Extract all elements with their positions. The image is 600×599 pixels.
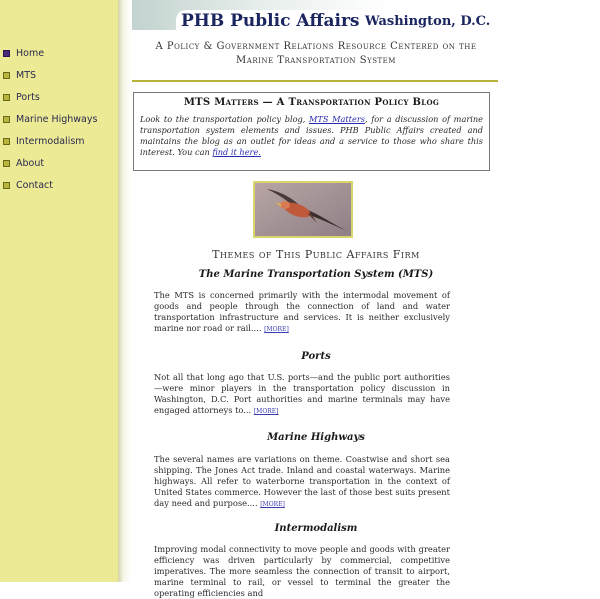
- sidebar-item-label: Intermodalism: [16, 135, 85, 147]
- section-heading-marine-highways: Marine Highways: [267, 432, 365, 443]
- sidebar-item-label: MTS: [16, 69, 37, 81]
- blog-text-a: Look to the transportation policy blog,: [140, 114, 310, 124]
- section-heading-intermodalism: Intermodalism: [274, 523, 358, 534]
- section-body-intermodalism: Improving modal connectivity to move peo…: [154, 544, 450, 599]
- blog-title: MTS Matters — A Transportation Policy Bl…: [183, 97, 440, 108]
- sidebar-item-label: Ports: [16, 91, 40, 103]
- section-body-ports: Not all that long ago that U.S. ports—an…: [154, 372, 450, 417]
- themes-heading: Themes of This Public Affairs Firm: [212, 248, 420, 261]
- sidebar-item-home[interactable]: Home: [0, 42, 118, 64]
- square-bullet-icon: [3, 93, 10, 101]
- section-body-marine-highways: The several names are variations on them…: [154, 454, 450, 510]
- square-bullet-icon: [3, 71, 10, 79]
- blog-text: Look to the transportation policy blog, …: [140, 114, 483, 158]
- bird-in-flight-photo: [253, 181, 353, 238]
- sidebar: Home MTS Ports Marine Highways Intermoda…: [0, 0, 118, 582]
- find-it-here-link[interactable]: find it here.: [212, 147, 261, 157]
- sidebar-item-label: Home: [16, 47, 45, 59]
- more-link-mts[interactable]: [MORE]: [264, 326, 289, 333]
- section-text: Improving modal connectivity to move peo…: [154, 544, 450, 598]
- section-body-mts: The MTS is concerned primarily with the …: [154, 290, 450, 335]
- site-title: PHB Public Affairs: [181, 11, 360, 31]
- header-divider: [132, 80, 498, 82]
- tagline-line-2: Marine Transportation System: [236, 55, 396, 66]
- blog-callout: MTS Matters — A Transportation Policy Bl…: [133, 92, 490, 171]
- square-bullet-icon: [3, 115, 10, 123]
- sidebar-item-mts[interactable]: MTS: [0, 64, 118, 86]
- section-text: Not all that long ago that U.S. ports—an…: [154, 372, 450, 415]
- section-heading-mts: The Marine Transportation System (MTS): [198, 269, 434, 280]
- site-location: Washington, D.C.: [365, 14, 491, 29]
- sidebar-item-intermodalism[interactable]: Intermodalism: [0, 130, 118, 152]
- square-bullet-icon: [3, 159, 10, 167]
- more-link-marine-highways[interactable]: [MORE]: [260, 501, 285, 508]
- more-link-ports[interactable]: [MORE]: [254, 408, 279, 415]
- section-heading-ports: Ports: [301, 351, 331, 362]
- sidebar-item-label: Contact: [16, 179, 53, 191]
- square-bullet-icon: [3, 49, 10, 57]
- sidebar-item-ports[interactable]: Ports: [0, 86, 118, 108]
- sidebar-item-label: Marine Highways: [16, 113, 98, 125]
- square-bullet-icon: [3, 137, 10, 145]
- sidebar-nav: Home MTS Ports Marine Highways Intermoda…: [0, 42, 118, 196]
- bird-photo-graphic: [255, 183, 351, 236]
- site-tagline: A Policy & Government Relations Resource…: [132, 40, 500, 68]
- tagline-line-1: A Policy & Government Relations Resource…: [155, 41, 477, 52]
- sidebar-item-about[interactable]: About: [0, 152, 118, 174]
- sidebar-item-contact[interactable]: Contact: [0, 174, 118, 196]
- sidebar-item-marine-highways[interactable]: Marine Highways: [0, 108, 118, 130]
- section-text: The several names are variations on them…: [154, 454, 450, 508]
- sidebar-divider: [118, 0, 132, 582]
- mts-matters-link[interactable]: MTS Matters: [309, 114, 365, 124]
- sidebar-item-label: About: [16, 157, 45, 169]
- section-text: The MTS is concerned primarily with the …: [154, 290, 450, 333]
- square-bullet-icon: [3, 181, 10, 189]
